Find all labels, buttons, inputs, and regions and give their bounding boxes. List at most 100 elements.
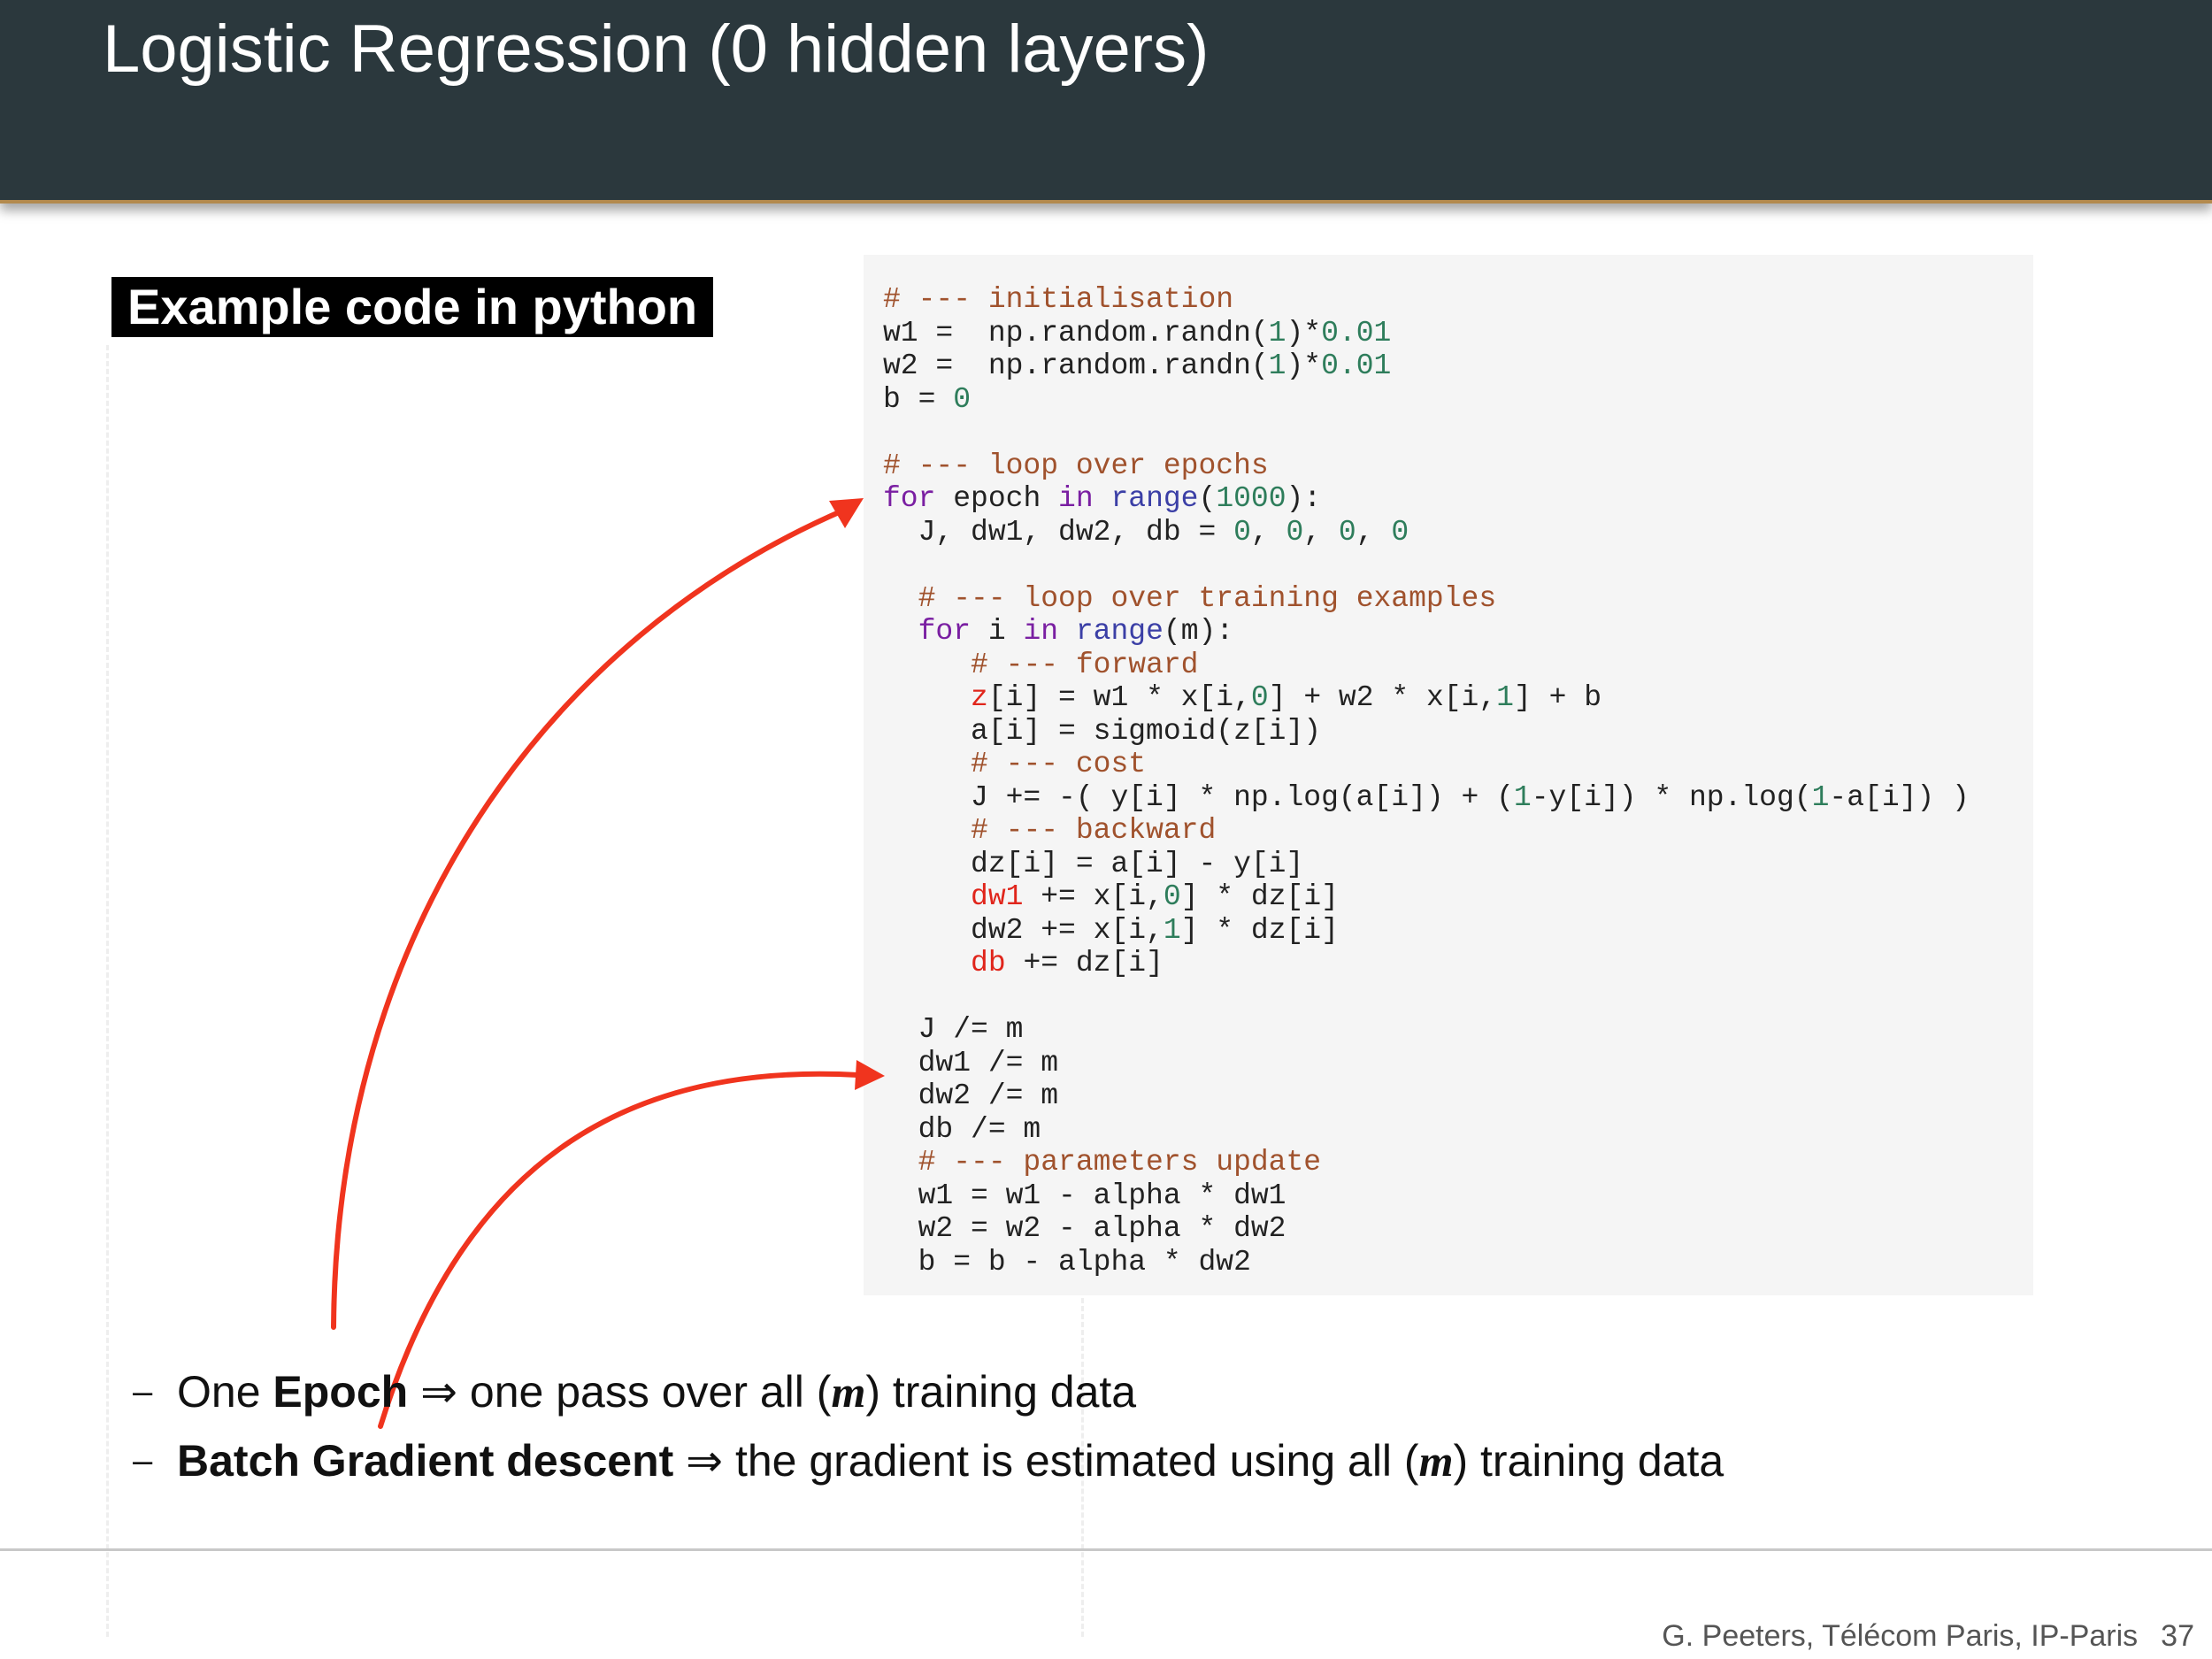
code-token: , xyxy=(1356,515,1392,549)
code-line: dw2 += x[i,1] * dz[i] xyxy=(883,914,1339,947)
arrow-epoch-head xyxy=(829,498,864,528)
code-token: 1 xyxy=(1513,780,1532,814)
code-token: in xyxy=(1023,615,1059,648)
code-token: 1000 xyxy=(1216,482,1286,515)
code-line: z[i] = w1 * x[i,0] + w2 * x[i,1] + b xyxy=(883,681,1601,714)
code-line: dw2 /= m xyxy=(883,1079,1058,1112)
code-token: dw2 /= m xyxy=(883,1079,1059,1112)
code-token: w2 = w2 - alpha * dw2 xyxy=(883,1212,1286,1245)
code-token: # --- initialisation xyxy=(883,283,1234,316)
code-token: a[i] = sigmoid(z[i]) xyxy=(883,714,1322,748)
code-token: += dz[i] xyxy=(1005,947,1164,979)
code-token: # --- forward xyxy=(971,648,1199,681)
code-token: 1 xyxy=(1163,913,1181,947)
math-variable: m xyxy=(1418,1436,1454,1486)
code-token: range xyxy=(1075,615,1164,648)
code-token: ): xyxy=(1286,482,1322,515)
footer-author: G. Peeters, Télécom Paris, IP-Paris xyxy=(1662,1619,2139,1653)
code-line: a[i] = sigmoid(z[i]) xyxy=(883,715,1321,748)
code-token: epoch xyxy=(935,482,1059,515)
bullet-text: ) training data xyxy=(865,1367,1137,1417)
code-token: 0.01 xyxy=(1321,349,1392,382)
code-token: 0 xyxy=(1338,515,1356,549)
code-line: for epoch in range(1000): xyxy=(883,482,1321,515)
code-token: b = xyxy=(883,382,954,416)
code-token: 0 xyxy=(953,382,972,416)
code-token: , xyxy=(1250,515,1286,549)
code-line: w2 = np.random.randn(1)*0.01 xyxy=(883,349,1391,382)
bullet-batch-gd: – Batch Gradient descent ⇒ the gradient … xyxy=(133,1432,1724,1501)
bullet-dash: – xyxy=(133,1441,153,1480)
bullet-term: Epoch xyxy=(273,1367,409,1417)
code-block: # --- initialisation w1 = np.random.rand… xyxy=(883,283,1970,1279)
code-token: w2 = np.random.randn( xyxy=(883,349,1269,382)
code-line: for i in range(m): xyxy=(883,615,1234,648)
code-token: 0 xyxy=(1286,515,1304,549)
bullet-text: one pass over all ( xyxy=(469,1367,832,1417)
code-token: ] + w2 * x[i, xyxy=(1268,681,1497,714)
code-token: J += -( y[i] * np.log(a[i]) + ( xyxy=(883,780,1514,814)
code-token: dw2 += x[i, xyxy=(883,913,1164,947)
bullet-dash: – xyxy=(133,1372,153,1411)
bullet-text: the gradient is estimated using all ( xyxy=(734,1436,1419,1486)
code-token: )* xyxy=(1286,316,1322,349)
code-line: db /= m xyxy=(883,1113,1041,1146)
code-line: w1 = np.random.randn(1)*0.01 xyxy=(883,317,1391,349)
footer-divider xyxy=(0,1548,2212,1551)
code-line: db += dz[i] xyxy=(883,947,1164,979)
slide-title: Logistic Regression (0 hidden layers) xyxy=(103,12,1210,87)
code-token: ] + b xyxy=(1513,681,1602,714)
code-line: # --- cost xyxy=(883,748,1146,780)
code-token: ] * dz[i] xyxy=(1180,913,1339,947)
code-token: # --- backward xyxy=(971,814,1217,847)
code-token: ] * dz[i] xyxy=(1180,880,1339,913)
bullet-text: One xyxy=(177,1367,273,1417)
code-line: # --- forward xyxy=(883,649,1198,681)
code-token: w1 = np.random.randn( xyxy=(883,316,1269,349)
code-token: J /= m xyxy=(883,1013,1024,1046)
code-token: dz[i] = a[i] - y[i] xyxy=(883,847,1304,880)
code-token: range xyxy=(1110,482,1199,515)
code-token: 1 xyxy=(1268,316,1286,349)
code-token: += x[i, xyxy=(1023,880,1164,913)
code-line: dz[i] = a[i] - y[i] xyxy=(883,848,1303,880)
code-line: w1 = w1 - alpha * dw1 xyxy=(883,1179,1286,1212)
code-token: # --- loop over epochs xyxy=(883,449,1269,482)
code-line: b = b - alpha * dw2 xyxy=(883,1246,1251,1279)
code-token: z xyxy=(971,681,988,714)
code-line: # --- initialisation xyxy=(883,283,1233,316)
code-token: # --- cost xyxy=(971,748,1147,780)
code-token: b = b - alpha * dw2 xyxy=(883,1245,1251,1279)
code-line: b = 0 xyxy=(883,383,971,416)
code-token: ( xyxy=(1198,482,1217,515)
code-token: 1 xyxy=(1268,349,1286,382)
guide-line-left xyxy=(106,345,109,1637)
code-token: in xyxy=(1058,482,1094,515)
code-token: w1 = w1 - alpha * dw1 xyxy=(883,1179,1286,1212)
code-line: J += -( y[i] * np.log(a[i]) + (1-y[i]) *… xyxy=(883,781,1970,814)
code-line: dw1 /= m xyxy=(883,1047,1058,1079)
code-token: i xyxy=(971,615,1024,648)
code-token: for xyxy=(883,482,936,515)
code-token: 0 xyxy=(1163,880,1181,913)
implies-arrow: ⇒ xyxy=(673,1436,735,1486)
code-line: # --- loop over training examples xyxy=(883,581,1497,615)
code-line: # --- loop over epochs xyxy=(883,449,1269,482)
code-token: 0 xyxy=(1250,681,1269,714)
page-number: 37 xyxy=(2161,1619,2194,1653)
code-token: # --- parameters update xyxy=(918,1146,1322,1179)
code-token: # --- loop over training examples xyxy=(918,581,1497,615)
code-token: 0 xyxy=(1233,515,1251,549)
code-token: db /= m xyxy=(883,1112,1041,1146)
code-token: (m): xyxy=(1163,615,1234,648)
code-line: J /= m xyxy=(883,1013,1024,1046)
code-token: )* xyxy=(1286,349,1322,382)
bullet-epoch: – One Epoch ⇒ one pass over all (m) trai… xyxy=(133,1363,1724,1432)
